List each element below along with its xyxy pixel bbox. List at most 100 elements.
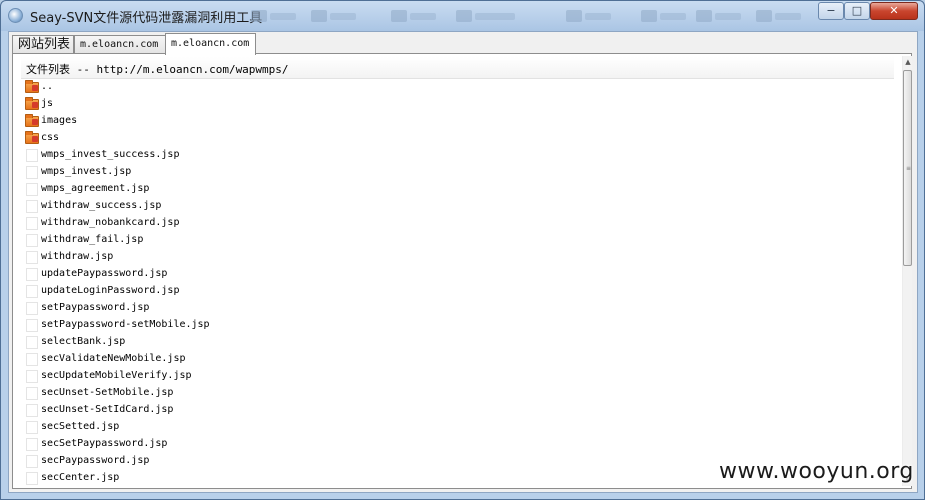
file-name: js [41, 98, 54, 109]
file-name: secUnset-SetMobile.jsp [41, 387, 174, 398]
file-icon [26, 217, 38, 230]
file-row[interactable]: setPaypassword.jsp [21, 300, 894, 317]
file-row[interactable]: secUnset-SetMobile.jsp [21, 385, 894, 402]
file-name: wmps_agreement.jsp [41, 183, 150, 194]
file-icon [26, 234, 38, 247]
tab-site-list[interactable]: 网站列表 [12, 35, 74, 54]
file-name: updateLoginPassword.jsp [41, 285, 180, 296]
file-row[interactable]: wmps_agreement.jsp [21, 181, 894, 198]
file-name: withdraw_nobankcard.jsp [41, 217, 180, 228]
file-icon [26, 336, 38, 349]
ghost-folder-icon [391, 9, 439, 25]
ghost-folder-icon [456, 9, 515, 25]
file-name: withdraw.jsp [41, 251, 114, 262]
file-name: images [41, 115, 78, 126]
ghost-folder-icon [566, 9, 614, 25]
file-row[interactable]: secValidateNewMobile.jsp [21, 351, 894, 368]
file-icon [26, 285, 38, 298]
scroll-up-arrow-icon[interactable]: ▲ [904, 56, 912, 68]
file-list-panel: 文件列表 -- http://m.eloancn.com/wapwmps/ ..… [12, 53, 912, 489]
file-icon [26, 149, 38, 162]
folder-row[interactable]: images [21, 113, 894, 130]
file-icon [26, 268, 38, 281]
file-name: secPaypassword.jsp [41, 455, 150, 466]
file-icon [26, 370, 38, 383]
file-name: wmps_invest_success.jsp [41, 149, 180, 160]
file-icon [26, 251, 38, 264]
close-button[interactable]: ✕ [870, 2, 918, 20]
file-name: secSetted.jsp [41, 421, 120, 432]
folder-icon [25, 114, 39, 127]
app-icon [8, 8, 23, 23]
file-row[interactable]: selectBank.jsp [21, 334, 894, 351]
file-row[interactable]: updateLoginPassword.jsp [21, 283, 894, 300]
file-name: secUnset-SetIdCard.jsp [41, 404, 174, 415]
ghost-folder-icon [641, 9, 689, 25]
ghost-folder-icon [756, 9, 804, 25]
watermark: www.wooyun.org [719, 459, 914, 484]
file-row[interactable]: setPaypassword-setMobile.jsp [21, 317, 894, 334]
background-taskbar-ghost [251, 9, 811, 25]
file-row[interactable]: withdraw_nobankcard.jsp [21, 215, 894, 232]
file-icon [26, 472, 38, 485]
vertical-scrollbar[interactable]: ▲ ≡ ▼ [902, 56, 912, 486]
file-row[interactable]: withdraw.jsp [21, 249, 894, 266]
file-icon [26, 319, 38, 332]
file-name: .. [41, 81, 54, 92]
file-list-header-label: 文件列表 -- http://m.eloancn.com/wapwmps/ [26, 63, 289, 76]
window-title: Seay-SVN文件源代码泄露漏洞利用工具 [30, 11, 263, 26]
file-icon [26, 404, 38, 417]
file-name: withdraw_success.jsp [41, 200, 162, 211]
file-icon [26, 455, 38, 468]
file-row[interactable]: secUpdateMobileVerify.jsp [21, 368, 894, 385]
file-row[interactable]: withdraw_fail.jsp [21, 232, 894, 249]
ghost-folder-icon [251, 9, 299, 25]
file-row[interactable]: secSetPaypassword.jsp [21, 436, 894, 453]
file-name: selectBank.jsp [41, 336, 126, 347]
file-name: secUpdateMobileVerify.jsp [41, 370, 192, 381]
client-area: 网站列表 m.eloancn.com m.eloancn.com 文件列表 --… [8, 31, 918, 493]
file-list-rows: .. js images css wmps_invest_success.jspwmps… [21, 79, 894, 485]
file-icon [26, 200, 38, 213]
folder-icon [25, 131, 39, 144]
folder-icon [25, 80, 39, 93]
folder-icon [25, 97, 39, 110]
grip-icon: ≡ [906, 165, 912, 172]
title-bar[interactable]: Seay-SVN文件源代码泄露漏洞利用工具 − □ ✕ [1, 1, 924, 31]
folder-row[interactable]: .. [21, 79, 894, 96]
file-name: secSetPaypassword.jsp [41, 438, 168, 449]
file-row[interactable]: withdraw_success.jsp [21, 198, 894, 215]
file-row[interactable]: wmps_invest_success.jsp [21, 147, 894, 164]
ghost-folder-icon [311, 9, 359, 25]
file-name: secValidateNewMobile.jsp [41, 353, 186, 364]
folder-row[interactable]: js [21, 96, 894, 113]
file-list-header[interactable]: 文件列表 -- http://m.eloancn.com/wapwmps/ [21, 57, 894, 79]
file-icon [26, 302, 38, 315]
file-row[interactable]: wmps_invest.jsp [21, 164, 894, 181]
file-name: wmps_invest.jsp [41, 166, 132, 177]
file-icon [26, 353, 38, 366]
file-icon [26, 421, 38, 434]
file-row[interactable]: updatePaypassword.jsp [21, 266, 894, 283]
file-name: css [41, 132, 60, 143]
file-name: setPaypassword.jsp [41, 302, 150, 313]
ghost-folder-icon [696, 9, 744, 25]
tab-site-2-active[interactable]: m.eloancn.com [165, 33, 256, 55]
file-name: withdraw_fail.jsp [41, 234, 144, 245]
app-window: Seay-SVN文件源代码泄露漏洞利用工具 − □ ✕ 网站列表 m.eloan… [0, 0, 925, 500]
file-name: secCenter.jsp [41, 472, 120, 483]
file-list[interactable]: 文件列表 -- http://m.eloancn.com/wapwmps/ ..… [21, 57, 894, 485]
scrollbar-thumb[interactable]: ≡ [903, 70, 912, 266]
minimize-button[interactable]: − [818, 2, 844, 20]
file-icon [26, 183, 38, 196]
file-name: setPaypassword-setMobile.jsp [41, 319, 210, 330]
folder-row[interactable]: css [21, 130, 894, 147]
file-row[interactable]: secUnset-SetIdCard.jsp [21, 402, 894, 419]
file-row[interactable]: secSetted.jsp [21, 419, 894, 436]
tab-site-1[interactable]: m.eloancn.com [74, 35, 166, 54]
file-icon [26, 387, 38, 400]
file-icon [26, 438, 38, 451]
maximize-button[interactable]: □ [844, 2, 870, 20]
file-icon [26, 166, 38, 179]
file-name: updatePaypassword.jsp [41, 268, 168, 279]
